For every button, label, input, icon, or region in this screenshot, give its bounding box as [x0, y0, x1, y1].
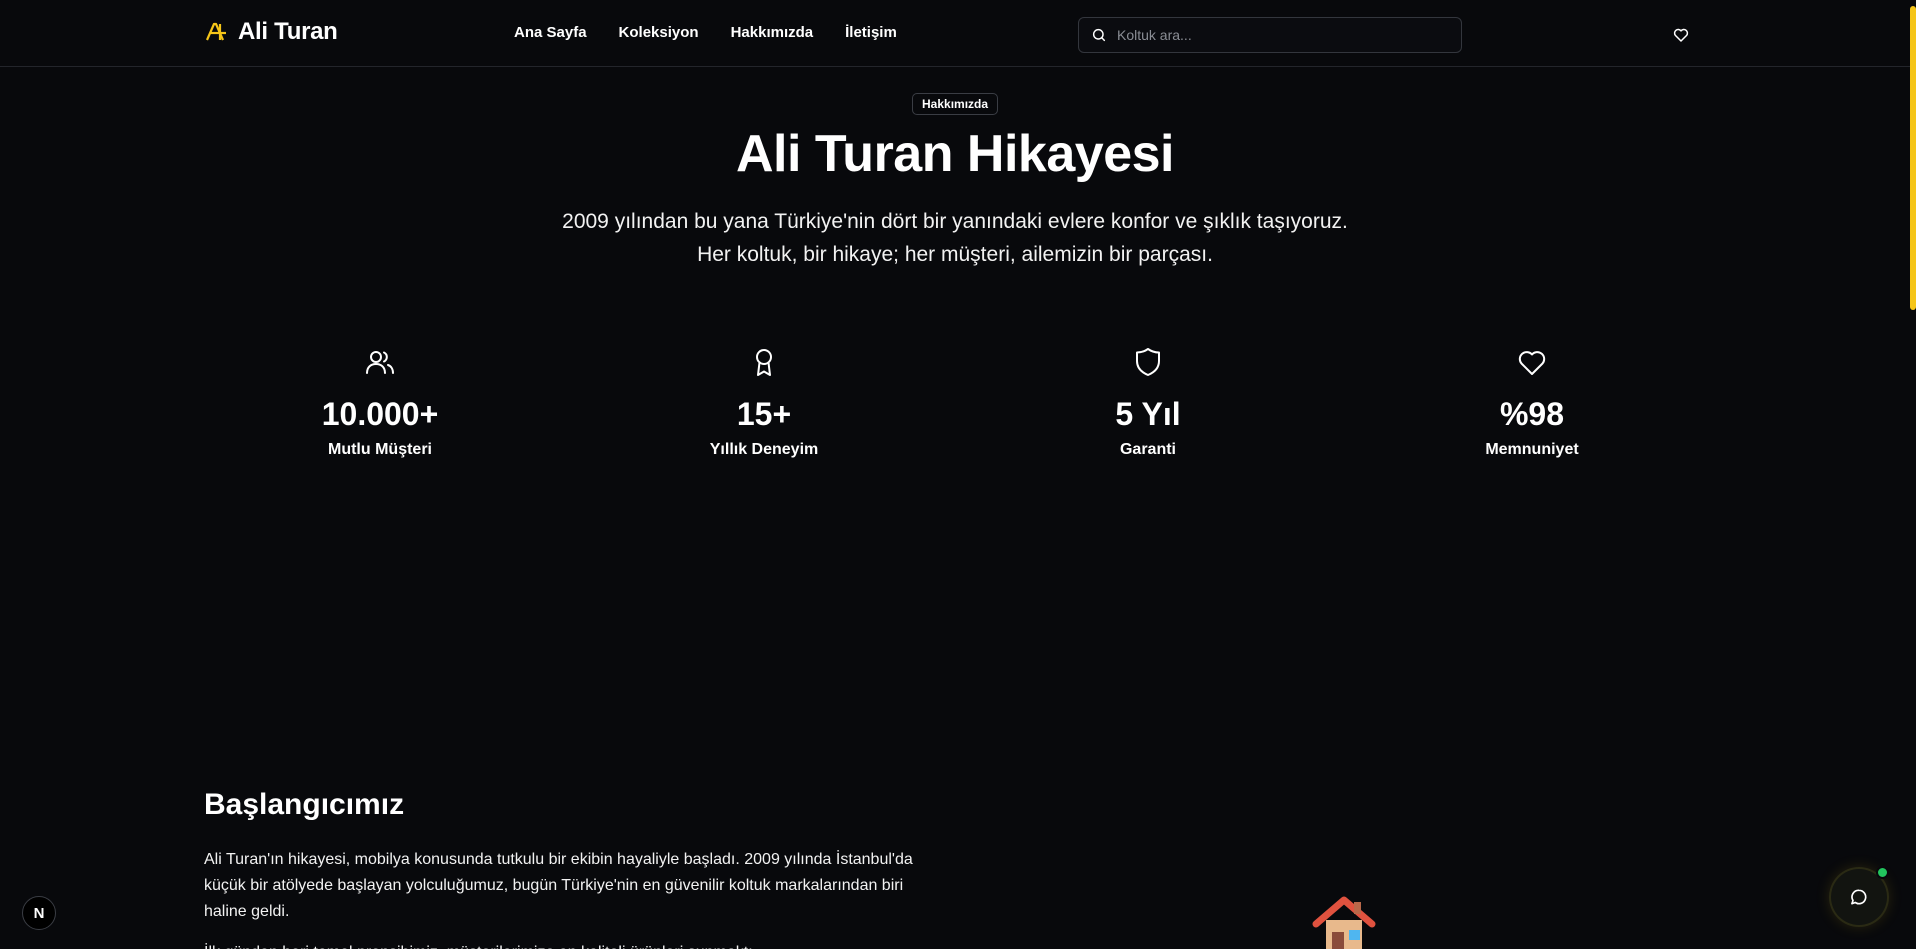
- online-status-dot: [1876, 866, 1889, 879]
- stat-warranty: 5 Yıl Garanti: [998, 346, 1298, 459]
- logo-text: Ali Turan: [238, 18, 338, 45]
- logo[interactable]: Ali Turan: [204, 18, 338, 46]
- stat-experience: 15+ Yıllık Deneyim: [614, 346, 914, 459]
- stat-label: Garanti: [1119, 441, 1176, 458]
- house-emoji-icon: [1312, 896, 1376, 949]
- stat-customers: 10.000+ Mutlu Müşteri: [230, 346, 530, 459]
- stat-value: 15+: [736, 396, 792, 432]
- award-icon: [756, 349, 772, 376]
- search-box[interactable]: [1078, 17, 1462, 53]
- section-badge: Hakkımızda: [912, 93, 999, 115]
- nav-link-home[interactable]: Ana Sayfa: [514, 24, 587, 41]
- nav-link-about[interactable]: Hakkımızda: [731, 24, 814, 41]
- stat-satisfaction: %98 Memnuniyet: [1382, 346, 1682, 459]
- main-nav: Ana Sayfa Koleksiyon Hakkımızda İletişim: [514, 24, 897, 41]
- favorites-heart-icon[interactable]: [1672, 26, 1690, 44]
- nav-link-collection[interactable]: Koleksiyon: [619, 24, 699, 41]
- story-paragraph: Ali Turan'ın hikayesi, mobilya konusunda…: [204, 851, 913, 920]
- stat-label: Memnuniyet: [1485, 441, 1579, 458]
- chat-bubble-icon: [1851, 889, 1867, 905]
- section-title: Başlangıcımız: [204, 788, 405, 821]
- search-input[interactable]: [1117, 27, 1437, 43]
- site-header: Ali Turan Ana Sayfa Koleksiyon Hakkımızd…: [0, 0, 1916, 67]
- shield-icon: [1136, 348, 1160, 376]
- nav-link-contact[interactable]: İletişim: [845, 24, 897, 41]
- stat-label: Mutlu Müşteri: [328, 441, 432, 458]
- stat-value: 5 Yıl: [1115, 396, 1181, 432]
- search-icon: [1092, 28, 1106, 42]
- page-title: Ali Turan Hikayesi: [736, 125, 1174, 183]
- users-icon: [366, 351, 394, 374]
- scrollbar-thumb[interactable]: [1910, 6, 1916, 310]
- story-paragraph-2: İlk günden beri temel prensibimiz, müşte…: [204, 940, 924, 949]
- heart-icon: [1518, 351, 1546, 375]
- hero-subtitle: 2009 yılından bu yana Türkiye'nin dört b…: [562, 210, 1348, 266]
- stat-label: Yıllık Deneyim: [709, 441, 819, 458]
- stat-value: 10.000+: [321, 396, 439, 432]
- stat-value: %98: [1499, 396, 1565, 432]
- logo-mark-icon: [205, 22, 226, 41]
- next-dev-badge[interactable]: N: [22, 896, 56, 930]
